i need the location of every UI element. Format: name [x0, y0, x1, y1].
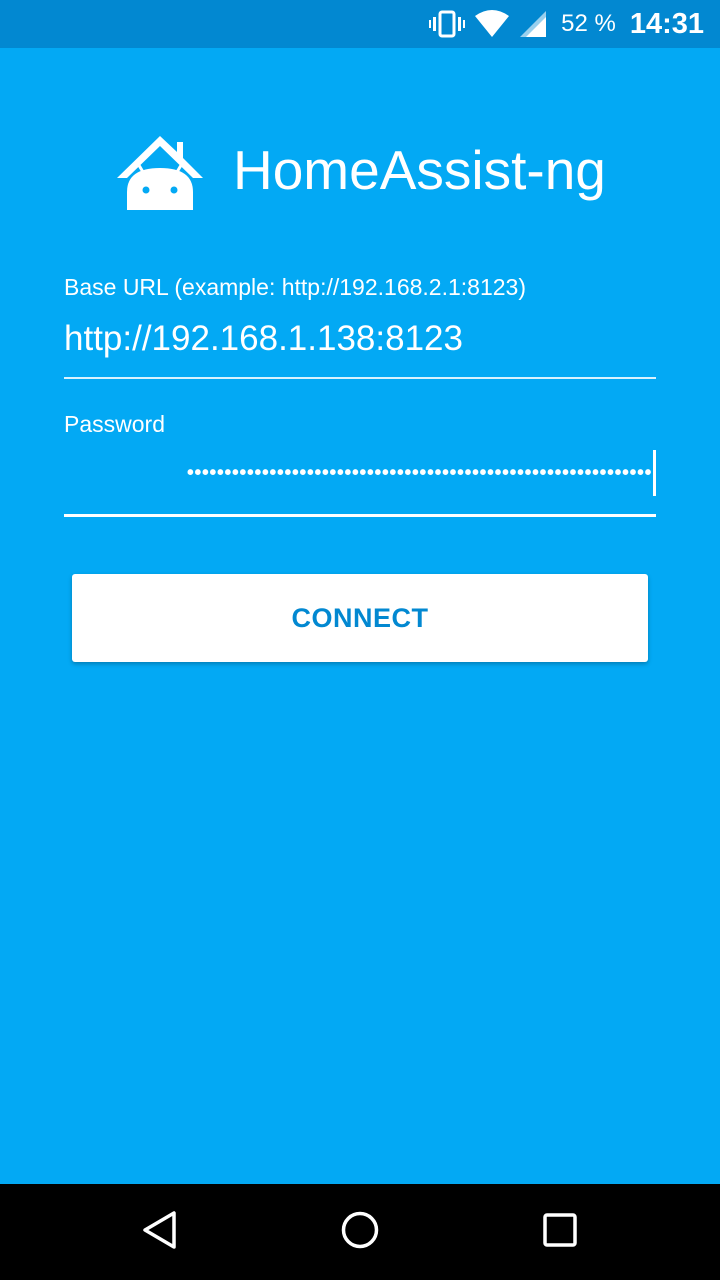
base-url-label: Base URL (example: http://192.168.2.1:81…	[64, 274, 526, 300]
recents-icon	[540, 1210, 580, 1255]
navigation-bar	[0, 1184, 720, 1280]
app-title: HomeAssist-ng	[233, 139, 606, 201]
password-label: Password	[64, 411, 165, 437]
back-icon	[140, 1210, 180, 1255]
password-input[interactable]: ••••••••••••••••••••••••••••••••••••••••…	[64, 448, 656, 498]
cell-signal-icon	[519, 10, 547, 38]
back-button[interactable]	[136, 1208, 184, 1256]
status-icons: 52 % 14:31	[429, 0, 704, 48]
base-url-input[interactable]	[64, 314, 656, 364]
home-icon	[340, 1210, 380, 1255]
app-header: HomeAssist-ng	[0, 120, 720, 220]
password-mask: ••••••••••••••••••••••••••••••••••••••••…	[186, 462, 652, 484]
base-url-underline	[64, 377, 656, 379]
vibrate-icon	[429, 10, 466, 38]
password-underline	[64, 514, 656, 517]
battery-level: 52 %	[561, 10, 616, 37]
status-bar: 52 % 14:31	[0, 0, 720, 48]
house-android-icon	[113, 128, 207, 210]
login-screen: 52 % 14:31 HomeAssist-ng Base URL (examp…	[0, 0, 720, 1280]
home-button[interactable]	[336, 1208, 384, 1256]
connect-button[interactable]: CONNECT	[72, 574, 648, 662]
clock: 14:31	[629, 7, 704, 40]
wifi-icon	[475, 10, 510, 38]
text-cursor	[653, 450, 656, 496]
recents-button[interactable]	[536, 1208, 584, 1256]
